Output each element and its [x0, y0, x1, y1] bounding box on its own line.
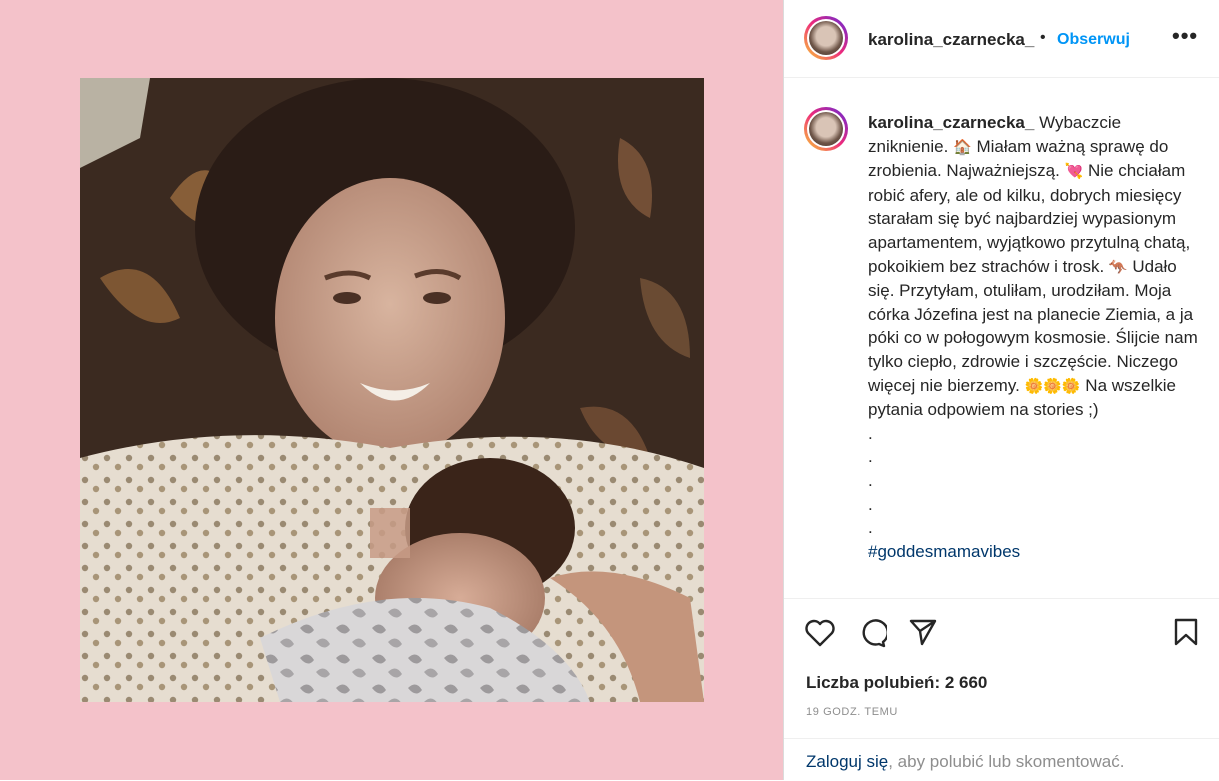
post-photo[interactable]: [80, 78, 704, 702]
like-count[interactable]: Liczba polubień: 2 660: [806, 673, 987, 693]
comment-icon[interactable]: [857, 618, 887, 648]
bookmark-icon[interactable]: [1173, 617, 1199, 647]
hashtag-link[interactable]: #goddesmamavibes: [868, 540, 1202, 564]
login-link[interactable]: Zaloguj się: [806, 752, 888, 771]
post-sidebar: karolina_czarnecka_ • Obserwuj ••• karol…: [783, 0, 1219, 780]
send-icon[interactable]: [908, 617, 938, 647]
separator-dot: •: [1040, 29, 1046, 46]
photo-illustration: [80, 78, 704, 702]
pink-backdrop: [0, 0, 783, 780]
house-emoji: 🏠: [953, 138, 972, 156]
login-prompt: Zaloguj się, aby polubić lub skomentować…: [806, 752, 1125, 771]
avatar[interactable]: [804, 16, 848, 60]
flower-emoji: 🌼🌼🌼: [1024, 377, 1081, 395]
heart-icon[interactable]: [804, 618, 836, 648]
post-time[interactable]: 19 GODZ. TEMU: [806, 706, 898, 718]
kangaroo-emoji: 🦘: [1108, 258, 1128, 276]
username-link[interactable]: karolina_czarnecka_: [868, 30, 1034, 50]
more-options-icon[interactable]: •••: [1172, 23, 1198, 49]
dot-lines: . . . . .: [868, 423, 873, 538]
heart-emoji: 💘: [1064, 163, 1084, 181]
caption-avatar[interactable]: [804, 107, 848, 151]
caption-text: karolina_czarnecka_ Wybaczcie zniknienie…: [868, 111, 1202, 591]
caption-username-link[interactable]: karolina_czarnecka_: [868, 113, 1034, 132]
post-header: karolina_czarnecka_ • Obserwuj •••: [784, 0, 1219, 78]
follow-button[interactable]: Obserwuj: [1057, 31, 1130, 49]
